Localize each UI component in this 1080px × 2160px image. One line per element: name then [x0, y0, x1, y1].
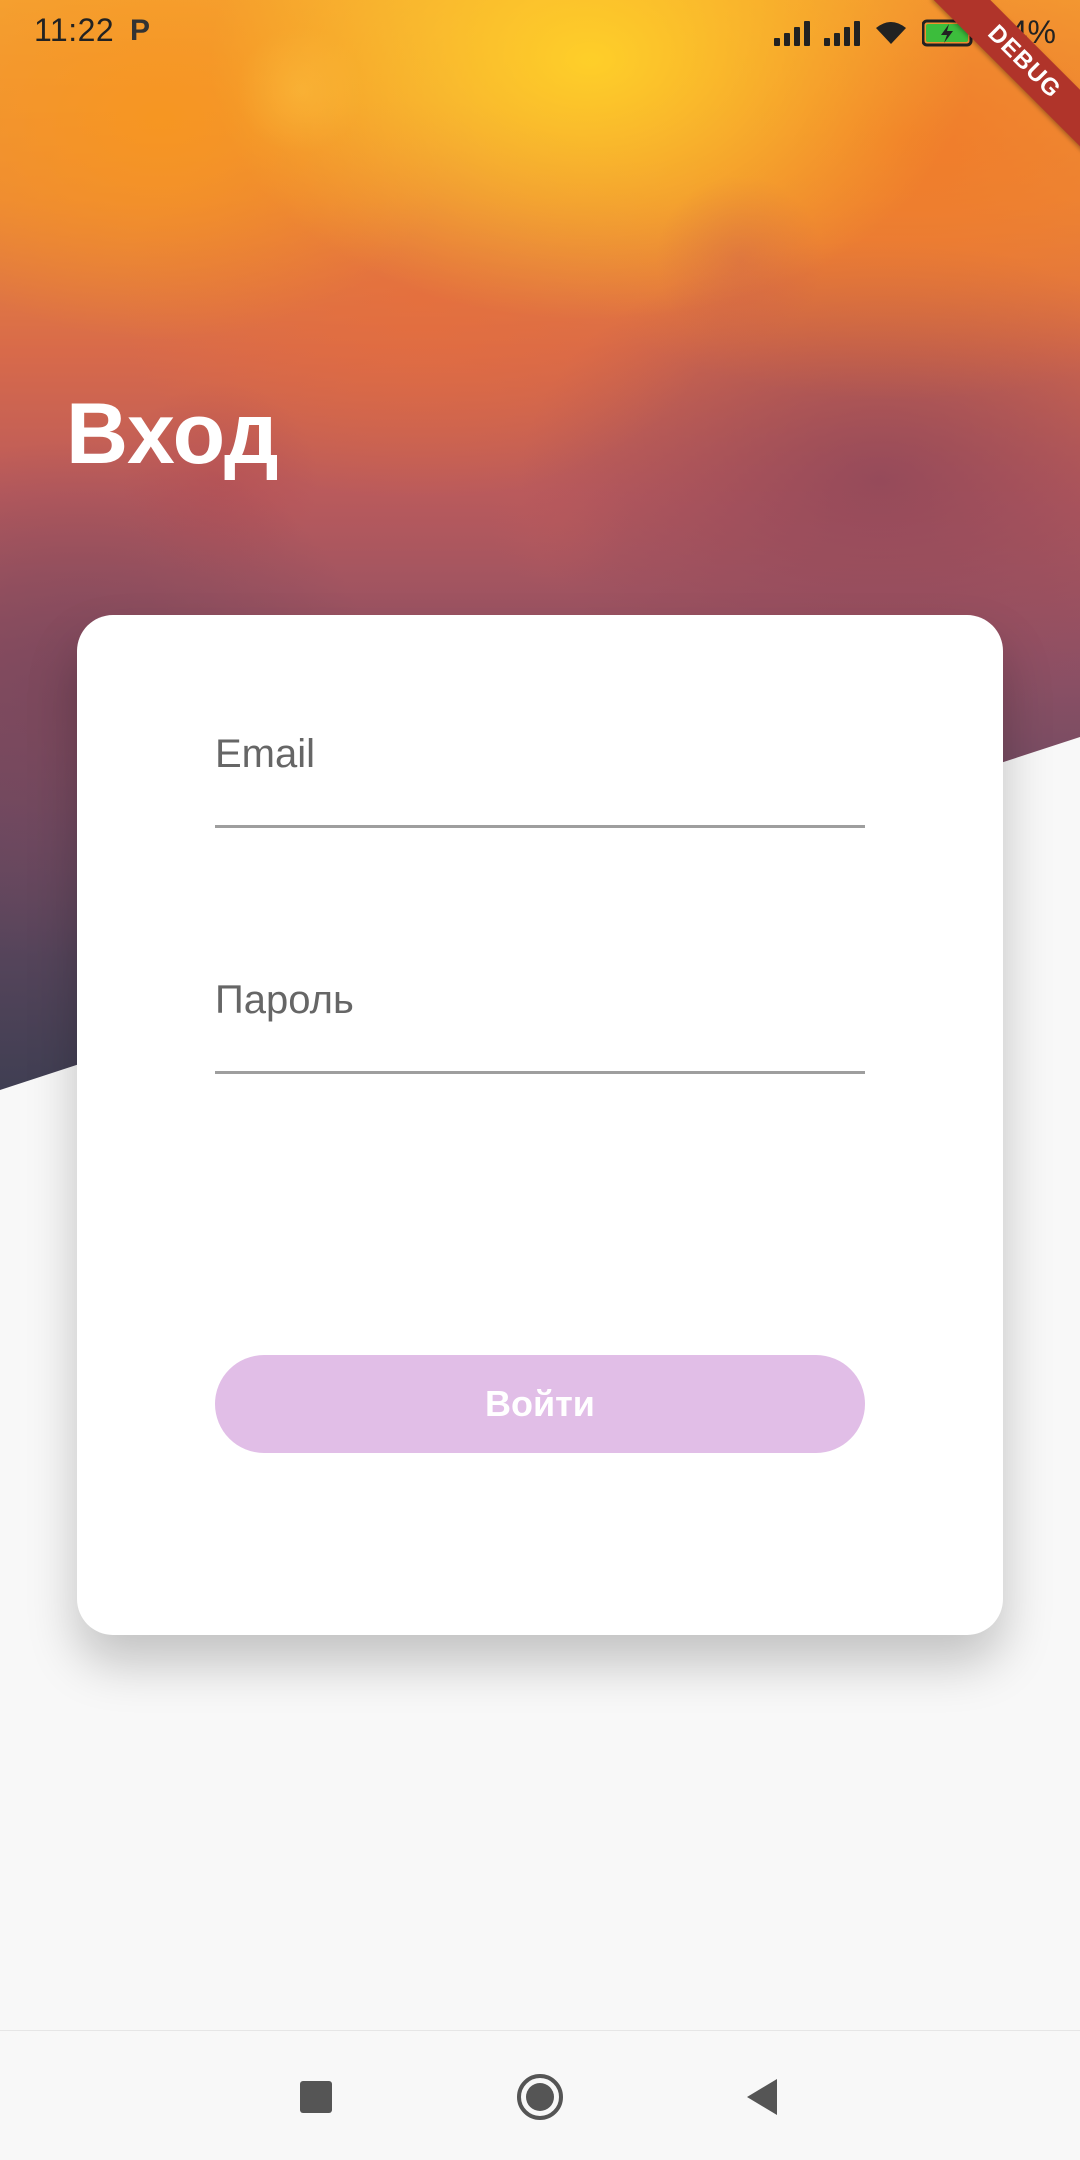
- notification-app-icon: P: [130, 14, 151, 47]
- signal-icon: [773, 20, 810, 46]
- status-time: 11:22: [34, 12, 115, 48]
- password-field[interactable]: Пароль: [215, 951, 865, 1074]
- status-bar: 11:22 P 94%: [0, 0, 1080, 64]
- email-field[interactable]: Email: [215, 705, 865, 828]
- navigation-bar: [0, 2030, 1080, 2160]
- home-icon[interactable]: [514, 2071, 566, 2123]
- email-input[interactable]: [215, 705, 865, 825]
- back-icon[interactable]: [736, 2071, 788, 2123]
- page-title: Вход: [66, 386, 279, 482]
- recents-icon[interactable]: [290, 2071, 342, 2123]
- login-screen: 11:22 P 94% DEBUG Вход Email Пароль Войт…: [0, 0, 1080, 2160]
- signal-icon: [823, 20, 860, 46]
- login-button[interactable]: Войти: [215, 1355, 865, 1453]
- password-input[interactable]: [215, 951, 865, 1071]
- wifi-icon: [874, 20, 908, 46]
- login-card: Email Пароль Войти: [77, 615, 1003, 1635]
